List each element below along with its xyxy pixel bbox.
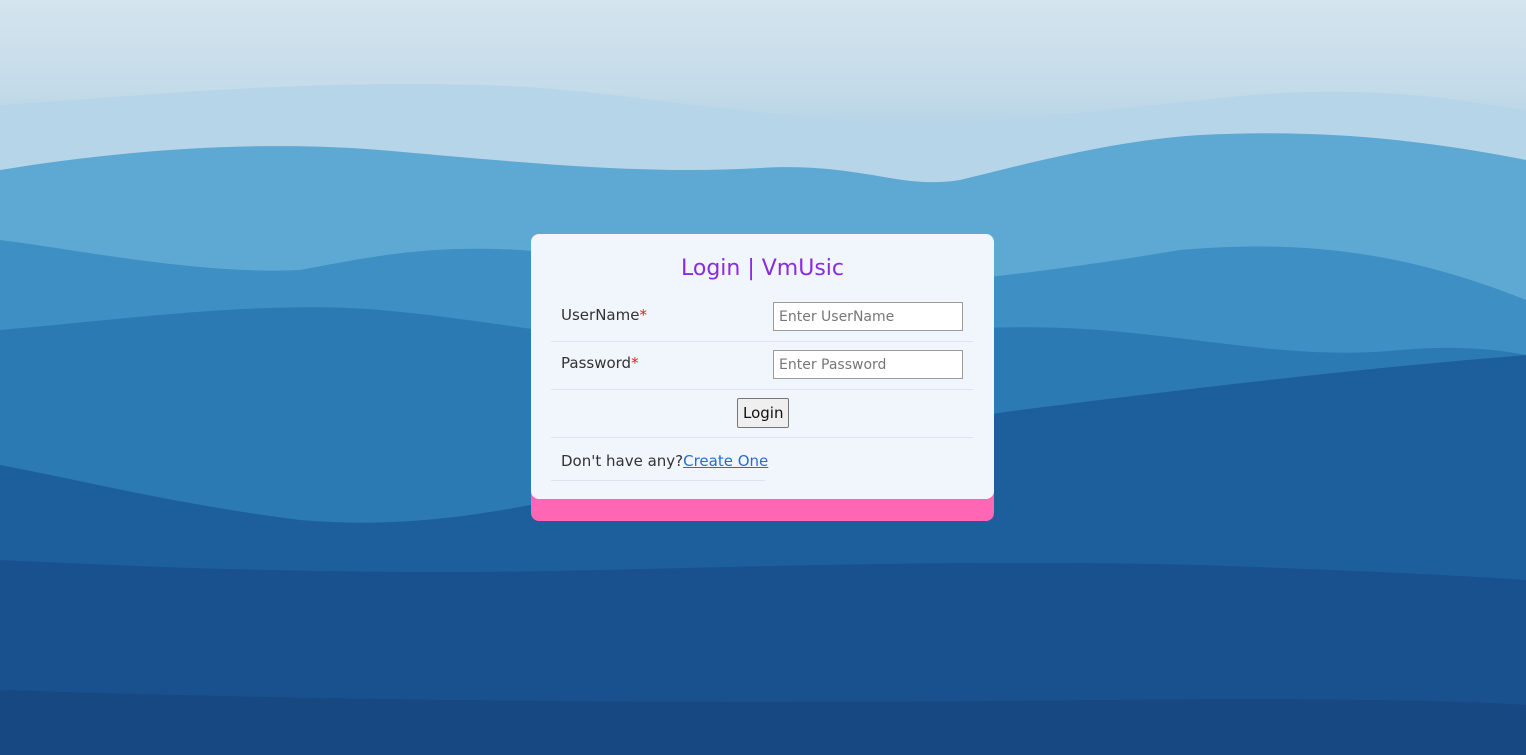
create-account-link[interactable]: Create One — [683, 452, 768, 470]
required-marker: * — [631, 354, 639, 372]
signup-prompt: Don't have any? — [561, 452, 684, 470]
password-label: Password* — [561, 354, 639, 372]
password-input[interactable] — [773, 350, 963, 379]
page-title: Login | VmUsic — [680, 256, 844, 281]
login-button[interactable]: Login — [737, 398, 790, 428]
login-card: Login | VmUsic UserName* Password* Login… — [531, 234, 994, 521]
username-input[interactable] — [773, 302, 963, 331]
username-label-text: UserName — [561, 306, 640, 324]
username-label: UserName* — [561, 306, 647, 324]
username-row: UserName* — [551, 294, 973, 342]
submit-row: Login — [551, 390, 973, 438]
password-row: Password* — [551, 342, 973, 390]
password-label-text: Password — [561, 354, 632, 372]
signup-text: Don't have any?Create One — [561, 452, 768, 470]
login-form: Login | VmUsic UserName* Password* Login… — [531, 234, 994, 499]
signup-row: Don't have any?Create One — [551, 438, 768, 481]
required-marker: * — [639, 306, 647, 324]
